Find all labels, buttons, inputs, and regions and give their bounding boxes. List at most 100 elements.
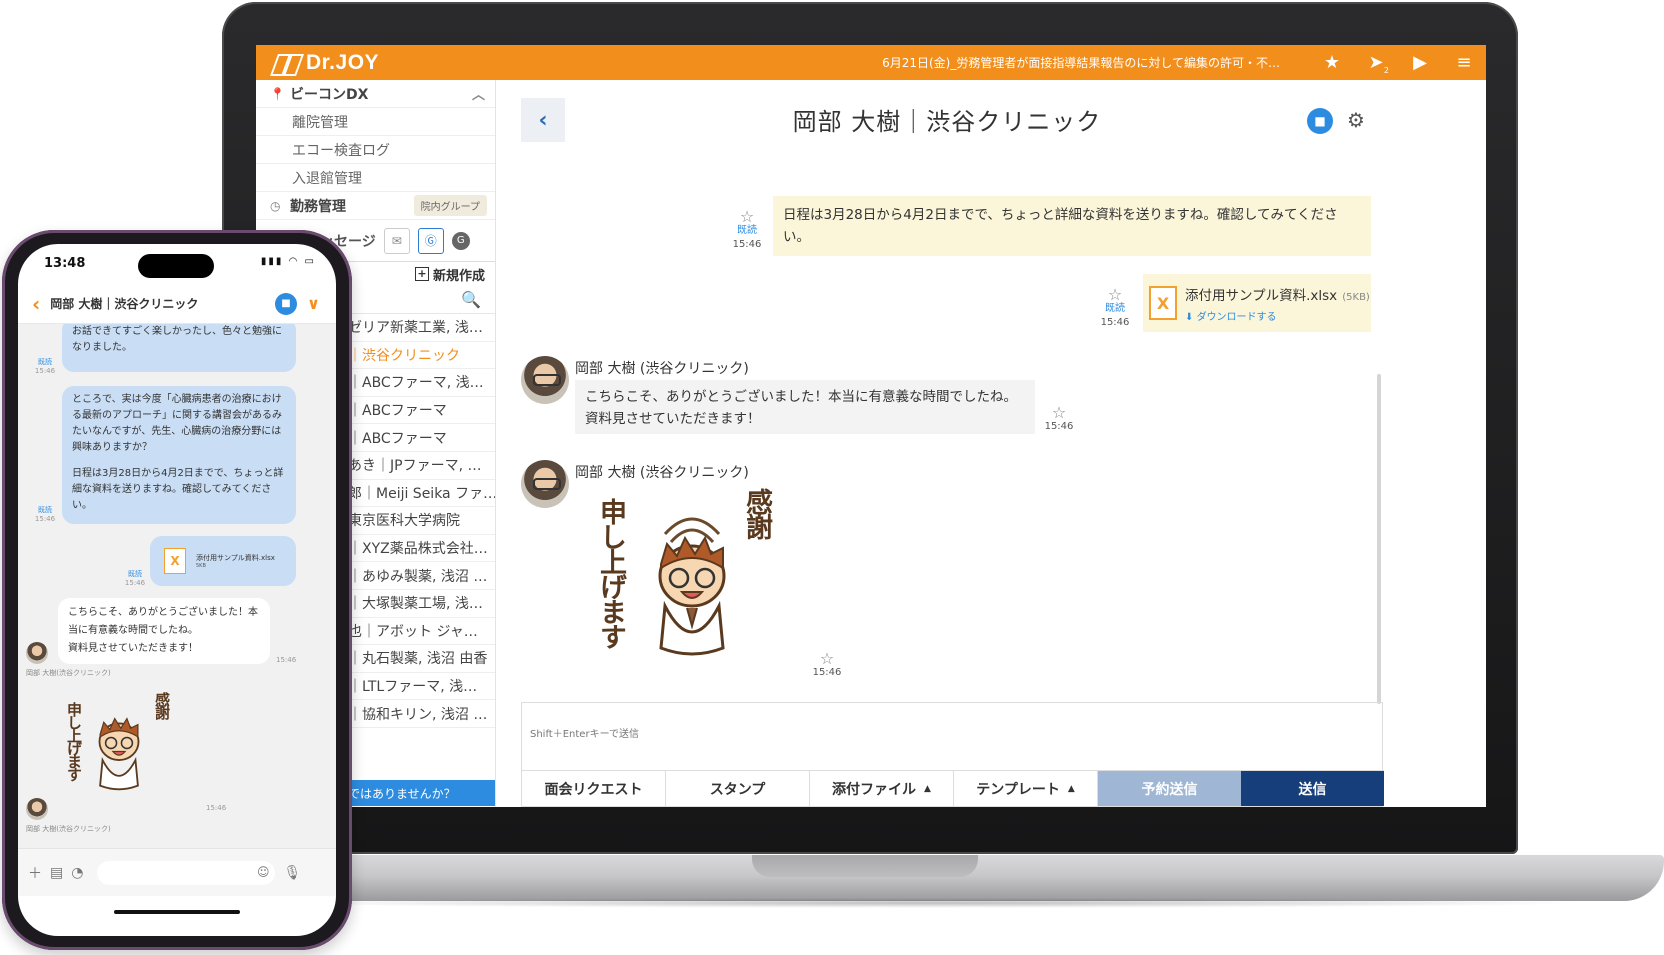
sidebar-item-entry-exit[interactable]: 入退館管理 <box>256 164 495 192</box>
sender-name: 岡部 大樹 (渋谷クリニック) <box>575 465 749 481</box>
group-chat-icon[interactable]: Ⓖ <box>417 227 444 254</box>
video-play-icon[interactable]: ▶ <box>1398 52 1442 73</box>
phone-outgoing-message: お話できてすごく楽しかったし、色々と勉強になりました。 <box>62 324 296 372</box>
status-icons: ▮▮▮ ◠ ▭ <box>261 256 316 267</box>
plus-square-icon: + <box>414 267 429 281</box>
star-outline-icon[interactable]: ☆ <box>1095 287 1135 303</box>
message-time: 15:46 <box>1100 317 1130 328</box>
phone-message-meta: 既読 15:46 <box>32 506 58 524</box>
file-attachment[interactable]: X 添付用サンプル資料.xlsx (5KB) ⬇ ダウンロードする <box>1143 274 1371 332</box>
phone-file-attachment[interactable]: X 添付用サンプル資料.xlsx 5KB <box>150 536 296 586</box>
sidebar-item-departure[interactable]: 離院管理 <box>256 108 495 136</box>
phone-message-text: 日程は3月28日から4月2日までで、ちょっと詳細な資料を送りますね。確認してみて… <box>72 468 284 511</box>
paper-plane-icon[interactable]: ➤ 2 <box>1354 52 1398 75</box>
sidebar-group-label: ビーコンDX <box>290 86 369 103</box>
laptop-shadow <box>260 898 1590 908</box>
clock-icon[interactable]: ◔ <box>71 865 83 881</box>
phone-chat-header: ‹ 岡部 大樹｜渋谷クリニック ■ ∨ <box>18 284 336 324</box>
mail-icon[interactable]: ✉ <box>383 227 410 254</box>
signal-icon: ▮▮▮ <box>260 256 284 267</box>
brand-name: Dr.JOY <box>306 50 380 74</box>
download-icon: ⬇ <box>1185 311 1197 323</box>
phone-outgoing-message: ところで、実は今度「心臓病患者の治療における最新のアプローチ」に関する講習会があ… <box>62 386 296 524</box>
avatar[interactable] <box>521 460 569 508</box>
file-size: (5KB) <box>1342 291 1370 303</box>
attach-file-button[interactable]: 添付ファイル ▲ <box>810 771 954 806</box>
avatar[interactable] <box>26 642 48 664</box>
thanks-sticker: 申し上げます 感謝 <box>591 488 791 678</box>
group-filled-icon[interactable]: G <box>451 231 470 250</box>
star-icon[interactable]: ★ <box>1310 52 1354 73</box>
message-time: 15:46 <box>124 579 146 587</box>
sidebar-group-beacon[interactable]: 📍 ビーコンDX ︿ <box>256 80 495 108</box>
plus-icon[interactable]: ＋ <box>28 863 42 883</box>
location-pin-icon: 📍 <box>270 86 285 101</box>
file-size: 5KB <box>196 563 206 569</box>
composer-placeholder: Shift＋Enterキーで送信 <box>530 729 639 740</box>
sticker-text-right: 感謝 <box>741 488 772 538</box>
phone-message-input[interactable]: ☺ <box>97 860 276 885</box>
message-composer[interactable]: Shift＋Enterキーで送信 面会リクエスト スタンプ 添付ファイル ▲ テン… <box>521 702 1384 807</box>
sender-name: 岡部 大樹(渋谷クリニック) <box>26 669 111 677</box>
send-button[interactable]: 送信 <box>1241 771 1384 806</box>
message-time: 15:46 <box>812 667 842 678</box>
video-call-icon[interactable]: ■ <box>275 292 297 315</box>
sticker-character <box>658 517 726 656</box>
incoming-message-line: 資料見させていただきます！ <box>585 411 761 427</box>
composer-toolbar: 面会リクエスト スタンプ 添付ファイル ▲ テンプレート ▲ 予約送信 送信 <box>522 770 1384 806</box>
chat-title: 岡部 大樹｜渋谷クリニック <box>792 108 1102 136</box>
template-label: テンプレート <box>976 781 1060 798</box>
microphone-icon[interactable]: 🎙 <box>283 865 301 881</box>
hamburger-menu-icon[interactable]: ≡ <box>1442 52 1486 73</box>
sidebar-group-label: 勤務管理 <box>290 198 346 215</box>
attach-label: 添付ファイル <box>832 781 917 798</box>
brand-logo[interactable]: Dr.JOY <box>256 51 379 75</box>
sender-name: 岡部 大樹(渋谷クリニック) <box>26 825 111 833</box>
file-name: 添付用サンプル資料.xlsx <box>1185 287 1338 304</box>
phone-chat-body: お話できてすごく楽しかったし、色々と勉強になりました。 既読 15:46 ところ… <box>18 324 336 848</box>
message-meta: ☆ 15:46 <box>1041 405 1077 434</box>
phone-chat-title: 岡部 大樹｜渋谷クリニック <box>50 297 199 311</box>
message-meta: ☆ 既読 15:46 <box>1095 287 1135 330</box>
phone-message-meta: 既読 15:46 <box>32 358 58 376</box>
search-icon[interactable]: 🔍 <box>461 290 481 309</box>
chat-scrollbar[interactable] <box>1377 374 1381 704</box>
sticker-text-left: 申し上げます <box>595 498 626 648</box>
sticker-character <box>98 717 140 791</box>
meeting-request-button[interactable]: 面会リクエスト <box>522 771 666 806</box>
chevron-down-icon[interactable]: ∨ <box>307 294 320 313</box>
message-time: 15:46 <box>34 515 56 523</box>
star-outline-icon[interactable]: ☆ <box>809 651 845 667</box>
message-meta: ☆ 既読 15:46 <box>727 209 767 252</box>
stamp-button[interactable]: スタンプ <box>666 771 810 806</box>
star-outline-icon[interactable]: ☆ <box>727 209 767 225</box>
message-time: 15:46 <box>1044 421 1074 432</box>
download-link[interactable]: ⬇ ダウンロードする <box>1185 308 1370 323</box>
phone-message-text: ところで、実は今度「心臓病患者の治療における最新のアプローチ」に関する講習会があ… <box>72 394 282 453</box>
star-outline-icon[interactable]: ☆ <box>1041 405 1077 421</box>
message-time: 15:46 <box>276 656 297 664</box>
sidebar-group-work[interactable]: ◷ 勤務管理 院内グループ <box>256 192 495 220</box>
file-name: 添付用サンプル資料.xlsx <box>196 554 275 562</box>
avatar[interactable] <box>521 356 569 404</box>
emoji-icon[interactable]: ☺ <box>257 865 270 879</box>
avatar[interactable] <box>26 798 48 820</box>
video-call-icon[interactable]: ■ <box>1307 108 1333 134</box>
schedule-send-button[interactable]: 予約送信 <box>1098 771 1241 806</box>
read-label: 既読 <box>1105 303 1125 314</box>
plane-badge: 2 <box>1383 66 1389 75</box>
notification-ticker[interactable]: 6月21日(金)_労務管理者が面接指導結果報告のに対して編集の許可・不… <box>882 54 1280 71</box>
template-button[interactable]: テンプレート ▲ <box>954 771 1098 806</box>
chevron-left-icon[interactable]: ‹ <box>32 292 40 316</box>
phone-sticker: 申し上げます 感謝 <box>64 692 184 792</box>
gear-icon[interactable]: ⚙ <box>1347 108 1365 132</box>
chevron-up-icon[interactable]: ︿ <box>472 84 485 103</box>
phone-message-meta: 既読 15:46 <box>122 570 148 588</box>
group-badge[interactable]: 院内グループ <box>413 195 487 216</box>
document-icon[interactable]: ▤ <box>50 865 63 881</box>
phone-frame: 13:48 ▮▮▮ ◠ ▭ ‹ 岡部 大樹｜渋谷クリニック ■ ∨ お話できてす… <box>2 230 352 950</box>
read-label: 既読 <box>38 358 52 366</box>
home-indicator <box>114 910 240 914</box>
sidebar-item-echo-log[interactable]: エコー検査ログ <box>256 136 495 164</box>
read-label: 既読 <box>128 570 142 578</box>
